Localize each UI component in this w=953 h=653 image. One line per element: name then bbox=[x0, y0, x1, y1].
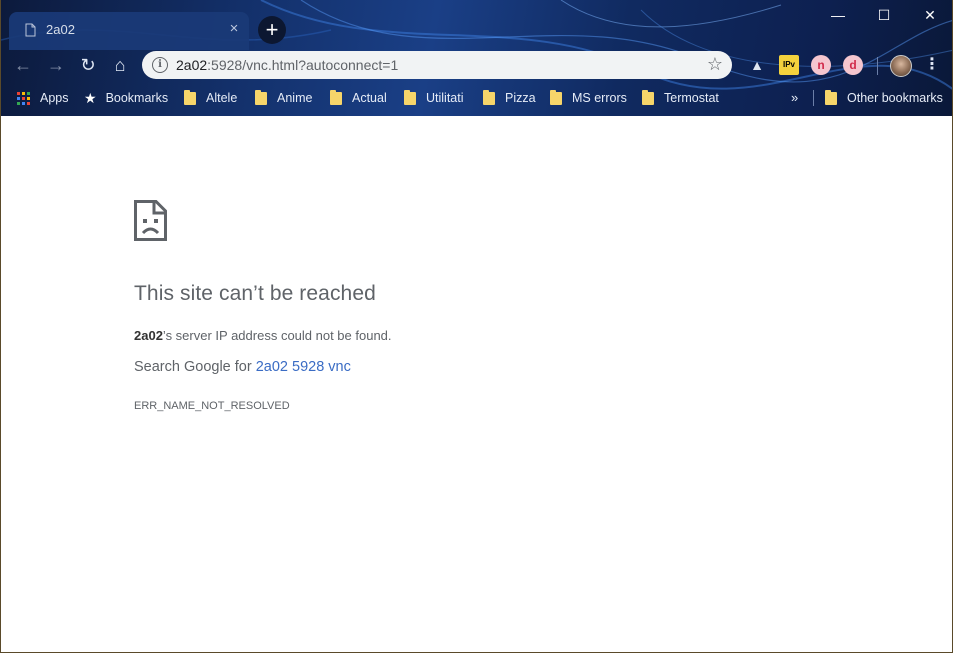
search-suggestion: Search Google for 2a02 5928 vnc bbox=[134, 359, 351, 375]
search-google-link[interactable]: 2a02 5928 vnc bbox=[256, 359, 351, 375]
url-path: :5928/vnc.html?autoconnect=1 bbox=[207, 57, 399, 73]
maximize-button[interactable]: ☐ bbox=[861, 0, 907, 30]
error-host: 2a02 bbox=[134, 328, 163, 343]
ipv6-icon[interactable]: IPv bbox=[779, 55, 799, 75]
site-info-icon[interactable]: i bbox=[152, 57, 168, 73]
toolbar-divider bbox=[877, 57, 878, 75]
minimize-button[interactable]: — bbox=[815, 0, 861, 30]
page-icon bbox=[25, 23, 36, 37]
bookmark-folder-altele[interactable]: Altele bbox=[184, 84, 237, 112]
bookmark-label: MS errors bbox=[572, 91, 627, 105]
reload-button[interactable]: ↻ bbox=[76, 53, 100, 77]
bookmark-folder-ms-errors[interactable]: MS errors bbox=[550, 84, 627, 112]
browser-window: 2a02 × + — ☐ ✕ ← → ↻ ⌂ i 2a02:5928/vnc.h… bbox=[0, 0, 953, 653]
error-message: 2a02’s server IP address could not be fo… bbox=[134, 328, 392, 343]
folder-icon bbox=[825, 89, 837, 105]
bookmark-folder-pizza[interactable]: Pizza bbox=[483, 84, 536, 112]
bookmark-label: Utilitati bbox=[426, 91, 464, 105]
sad-page-icon bbox=[134, 200, 167, 241]
toolbar: ← → ↻ ⌂ i 2a02:5928/vnc.html?autoconnect… bbox=[1, 50, 952, 82]
apps-grid-icon bbox=[17, 91, 30, 105]
search-prefix: Search Google for bbox=[134, 359, 256, 375]
url-text[interactable]: 2a02:5928/vnc.html?autoconnect=1 bbox=[176, 57, 398, 73]
error-heading: This site can’t be reached bbox=[134, 282, 376, 305]
bookmark-label: Actual bbox=[352, 91, 387, 105]
window-close-button[interactable]: ✕ bbox=[907, 0, 952, 30]
forward-button[interactable]: → bbox=[44, 53, 68, 77]
bookmark-label: Apps bbox=[40, 91, 69, 105]
folder-icon bbox=[184, 89, 196, 105]
address-bar[interactable]: i 2a02:5928/vnc.html?autoconnect=1 ☆ bbox=[142, 51, 732, 79]
folder-icon bbox=[642, 89, 654, 105]
menu-icon[interactable]: ⋮ bbox=[920, 53, 944, 77]
bookmarks-overflow-icon[interactable]: » bbox=[791, 90, 798, 105]
error-message-text: ’s server IP address could not be found. bbox=[162, 328, 392, 343]
browser-frame: 2a02 × + — ☐ ✕ ← → ↻ ⌂ i 2a02:5928/vnc.h… bbox=[1, 0, 952, 116]
bookmarks-divider bbox=[813, 90, 814, 106]
back-button[interactable]: ← bbox=[11, 53, 35, 77]
bookmark-label: Altele bbox=[206, 91, 238, 105]
bookmark-apps[interactable]: Apps bbox=[17, 84, 69, 112]
bookmark-label: Anime bbox=[277, 91, 313, 105]
folder-icon bbox=[404, 89, 416, 105]
tab-title: 2a02 bbox=[46, 22, 75, 37]
bookmark-label: Bookmarks bbox=[105, 91, 169, 105]
folder-icon bbox=[483, 89, 495, 105]
new-tab-button[interactable]: + bbox=[258, 16, 286, 44]
error-page: This site can’t be reached 2a02’s server… bbox=[1, 116, 952, 652]
bookmark-label: Termostat bbox=[664, 91, 719, 105]
bookmark-folder-actual[interactable]: Actual bbox=[330, 84, 387, 112]
folder-icon bbox=[550, 89, 562, 105]
avatar[interactable] bbox=[890, 55, 912, 77]
folder-icon bbox=[255, 89, 267, 105]
bookmark-folder-utilitati[interactable]: Utilitati bbox=[404, 84, 464, 112]
bookmark-label: Other bookmarks bbox=[847, 91, 943, 105]
bookmark-star-icon[interactable]: ☆ bbox=[707, 54, 723, 75]
bookmark-label: Pizza bbox=[505, 91, 536, 105]
bookmark-folder-termostat[interactable]: Termostat bbox=[642, 84, 719, 112]
star-icon: ★ bbox=[84, 89, 97, 106]
bookmark-folder-anime[interactable]: Anime bbox=[255, 84, 312, 112]
tab-active[interactable]: 2a02 × bbox=[9, 12, 249, 50]
folder-icon bbox=[330, 89, 342, 105]
drive-icon[interactable]: ▲ bbox=[747, 55, 767, 75]
error-code: ERR_NAME_NOT_RESOLVED bbox=[134, 400, 290, 412]
bookmark-other[interactable]: Other bookmarks bbox=[825, 84, 943, 112]
bookmarks-bar: Apps ★ Bookmarks Altele Anime Actual Uti… bbox=[1, 84, 952, 112]
url-host: 2a02 bbox=[176, 57, 208, 73]
n-extension-icon[interactable]: n bbox=[811, 55, 831, 75]
tab-close-icon[interactable]: × bbox=[225, 20, 243, 38]
bookmark-bookmarks[interactable]: ★ Bookmarks bbox=[84, 84, 168, 112]
home-button[interactable]: ⌂ bbox=[108, 53, 132, 77]
d-extension-icon[interactable]: d bbox=[843, 55, 863, 75]
